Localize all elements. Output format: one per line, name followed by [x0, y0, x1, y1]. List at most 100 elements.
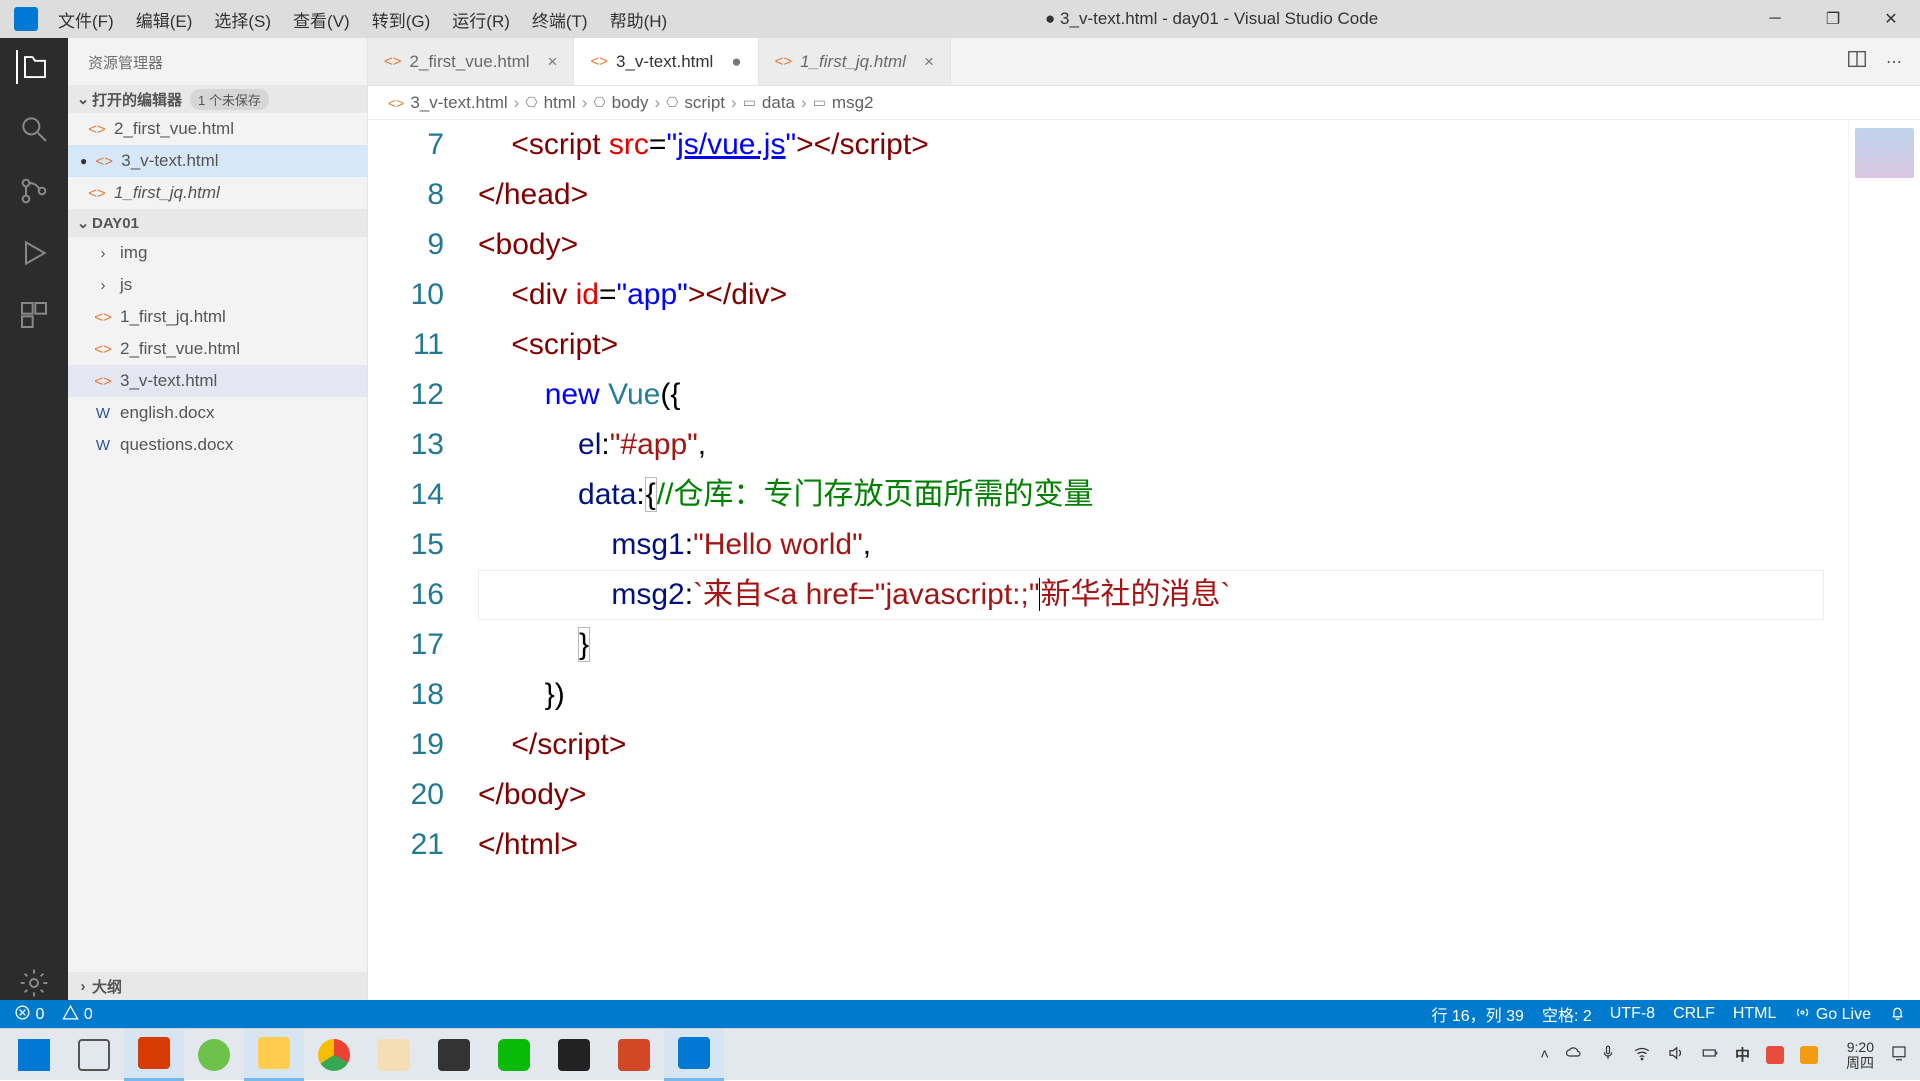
breadcrumb-item[interactable]: 3_v-text.html: [410, 93, 507, 113]
tray-app-icon-2[interactable]: [1800, 1046, 1818, 1064]
chevron-down-icon: ⌄: [74, 90, 92, 108]
file-tree-item[interactable]: ›img: [68, 237, 367, 269]
task-view-button[interactable]: [64, 1029, 124, 1081]
open-editors-label: 打开的编辑器: [92, 89, 182, 110]
tray-volume-icon[interactable]: [1667, 1044, 1685, 1066]
status-go-live[interactable]: Go Live: [1794, 1004, 1871, 1024]
chevron-right-icon: ›: [74, 978, 92, 995]
status-errors[interactable]: 0: [14, 1004, 44, 1024]
status-eol[interactable]: CRLF: [1673, 1005, 1715, 1023]
tray-ime-icon[interactable]: 中: [1735, 1044, 1750, 1065]
menu-bar: 文件(F) 编辑(E) 选择(S) 查看(V) 转到(G) 运行(R) 终端(T…: [48, 3, 677, 36]
source-control-icon[interactable]: [17, 174, 51, 208]
unsaved-badge: 1 个未保存: [190, 89, 269, 110]
breadcrumb-icon: ⎔: [666, 94, 678, 111]
outline-section[interactable]: › 大纲: [68, 972, 367, 1000]
taskbar-app-1[interactable]: [124, 1029, 184, 1081]
status-warnings[interactable]: 0: [62, 1004, 92, 1024]
taskbar-file-explorer[interactable]: [244, 1029, 304, 1081]
file-tree-item[interactable]: ›js: [68, 269, 367, 301]
file-tree-item[interactable]: Wenglish.docx: [68, 397, 367, 429]
breadcrumb-item[interactable]: body: [612, 93, 649, 113]
activity-bar: [0, 38, 68, 1000]
chevron-down-icon: ⌄: [74, 214, 92, 232]
menu-select[interactable]: 选择(S): [204, 3, 281, 36]
menu-file[interactable]: 文件(F): [48, 3, 124, 36]
sidebar: 资源管理器 ⌄ 打开的编辑器 1 个未保存 <>2_first_vue.html…: [68, 38, 368, 1000]
taskbar-chrome[interactable]: [304, 1029, 364, 1081]
tray-app-icon[interactable]: [1766, 1046, 1784, 1064]
search-icon[interactable]: [17, 112, 51, 146]
open-editor-item[interactable]: ●<>3_v-text.html: [68, 145, 367, 177]
taskbar-app-4[interactable]: [424, 1029, 484, 1081]
status-encoding[interactable]: UTF-8: [1610, 1005, 1655, 1023]
file-tree-item[interactable]: Wquestions.docx: [68, 429, 367, 461]
breadcrumb-icon: <>: [388, 95, 404, 111]
close-tab-icon[interactable]: ×: [924, 52, 934, 72]
folder-section[interactable]: ⌄ DAY01: [68, 209, 367, 237]
status-indentation[interactable]: 空格: 2: [1542, 1002, 1592, 1026]
status-cursor-position[interactable]: 行 16，列 39: [1431, 1002, 1524, 1026]
menu-run[interactable]: 运行(R): [442, 3, 520, 36]
file-tree-item[interactable]: <>1_first_jq.html: [68, 301, 367, 333]
editor-tab[interactable]: <>1_first_jq.html×: [759, 38, 951, 85]
breadcrumb-item[interactable]: script: [684, 93, 725, 113]
code-editor[interactable]: 789101112131415161718192021 <script src=…: [368, 120, 1920, 1000]
taskbar-clock[interactable]: 9:20周四: [1846, 1039, 1874, 1071]
menu-view[interactable]: 查看(V): [283, 3, 360, 36]
menu-help[interactable]: 帮助(H): [600, 3, 678, 36]
breadcrumb-item[interactable]: msg2: [832, 93, 874, 113]
vscode-icon: [14, 7, 38, 31]
maximize-button[interactable]: ❐: [1804, 0, 1862, 38]
close-tab-icon[interactable]: ×: [548, 52, 558, 72]
folder-name: DAY01: [92, 215, 139, 232]
breadcrumb-icon: ⎔: [525, 94, 537, 111]
taskbar-powerpoint[interactable]: [604, 1029, 664, 1081]
open-editors-section[interactable]: ⌄ 打开的编辑器 1 个未保存: [68, 85, 367, 113]
outline-label: 大纲: [92, 976, 122, 997]
close-window-button[interactable]: ✕: [1862, 0, 1920, 38]
breadcrumb-icon: ▭: [813, 94, 826, 111]
minimize-button[interactable]: ─: [1746, 0, 1804, 38]
editor-tab[interactable]: <>3_v-text.html●: [574, 38, 758, 85]
taskbar-app-3[interactable]: [364, 1029, 424, 1081]
breadcrumb-item[interactable]: data: [762, 93, 795, 113]
taskbar-vscode[interactable]: [664, 1029, 724, 1081]
breadcrumb-item[interactable]: html: [544, 93, 576, 113]
file-tree-item[interactable]: <>2_first_vue.html: [68, 333, 367, 365]
modified-dot-icon[interactable]: ●: [731, 52, 741, 72]
explorer-icon[interactable]: [16, 50, 50, 84]
title-bar: 文件(F) 编辑(E) 选择(S) 查看(V) 转到(G) 运行(R) 终端(T…: [0, 0, 1920, 38]
taskbar-terminal[interactable]: [544, 1029, 604, 1081]
tray-battery-icon[interactable]: [1701, 1044, 1719, 1066]
tray-chevron-icon[interactable]: ˄: [1540, 1046, 1549, 1063]
minimap[interactable]: [1848, 120, 1920, 1000]
extensions-icon[interactable]: [17, 298, 51, 332]
system-tray[interactable]: ˄ 中 9:20周四: [1540, 1039, 1916, 1071]
more-actions-icon[interactable]: ⋯: [1886, 52, 1902, 72]
taskbar-app-2[interactable]: [184, 1029, 244, 1081]
settings-gear-icon[interactable]: [17, 966, 51, 1000]
menu-terminal[interactable]: 终端(T): [522, 3, 598, 36]
sidebar-title: 资源管理器: [68, 38, 367, 85]
breadcrumb-icon: ⎔: [593, 94, 605, 111]
menu-edit[interactable]: 编辑(E): [126, 3, 203, 36]
tray-mic-icon[interactable]: [1599, 1044, 1617, 1066]
menu-goto[interactable]: 转到(G): [362, 3, 441, 36]
tray-notifications-icon[interactable]: [1890, 1044, 1908, 1066]
status-language[interactable]: HTML: [1733, 1005, 1777, 1023]
taskbar-wechat[interactable]: [484, 1029, 544, 1081]
file-tree-item[interactable]: <>3_v-text.html: [68, 365, 367, 397]
tray-onedrive-icon[interactable]: [1565, 1044, 1583, 1066]
tray-wifi-icon[interactable]: [1633, 1044, 1651, 1066]
window-title: ● 3_v-text.html - day01 - Visual Studio …: [677, 9, 1746, 29]
open-editor-item[interactable]: <>1_first_jq.html: [68, 177, 367, 209]
breadcrumb-icon: ▭: [743, 94, 756, 111]
start-button[interactable]: [4, 1029, 64, 1081]
open-editor-item[interactable]: <>2_first_vue.html: [68, 113, 367, 145]
status-notifications-icon[interactable]: [1889, 1004, 1906, 1024]
breadcrumbs[interactable]: <> 3_v-text.html›⎔ html›⎔ body›⎔ script›…: [368, 86, 1920, 120]
run-debug-icon[interactable]: [17, 236, 51, 270]
split-editor-icon[interactable]: [1846, 48, 1868, 75]
editor-tab[interactable]: <>2_first_vue.html×: [368, 38, 574, 85]
